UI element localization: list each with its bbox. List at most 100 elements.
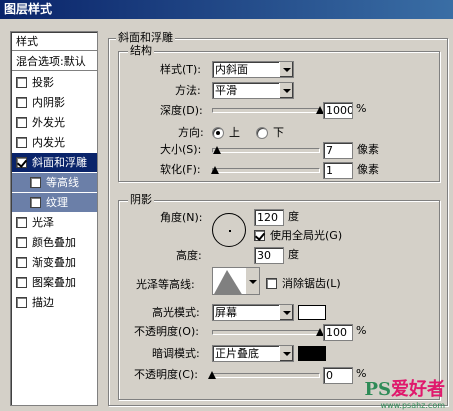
technique-value: 平滑 xyxy=(215,84,237,97)
global-light-label: 使用全局光(G) xyxy=(270,229,343,242)
global-light-checkbox[interactable] xyxy=(254,230,265,241)
sidebar-item-label: 光泽 xyxy=(32,216,54,229)
sidebar-item-gradient-overlay[interactable]: 渐变叠加 xyxy=(12,253,97,272)
sidebar-item-drop-shadow[interactable]: 投影 xyxy=(12,73,97,92)
direction-up-label: 上 xyxy=(229,126,240,139)
soften-input[interactable]: 1 xyxy=(323,162,353,179)
shadow-mode-label: 暗调模式: xyxy=(152,347,200,360)
direction-label: 方向: xyxy=(178,126,204,139)
sidebar-item-label: 颜色叠加 xyxy=(32,236,76,249)
angle-dial[interactable] xyxy=(212,213,246,247)
technique-label: 方法: xyxy=(175,84,201,97)
sidebar-item-label: 内发光 xyxy=(32,136,65,149)
sidebar-item-stroke[interactable]: 描边 xyxy=(12,293,97,312)
bevel-emboss-checkbox[interactable] xyxy=(16,157,27,168)
texture-checkbox[interactable] xyxy=(30,197,41,208)
satin-checkbox[interactable] xyxy=(16,217,27,228)
site-watermark-logo: PS爱好者 xyxy=(364,379,445,400)
sidebar-item-pattern-overlay[interactable]: 图案叠加 xyxy=(12,273,97,292)
gloss-contour-picker[interactable] xyxy=(212,267,260,295)
gradient-overlay-checkbox[interactable] xyxy=(16,257,27,268)
shadow-opacity-thumb[interactable] xyxy=(208,371,216,379)
inner-glow-checkbox[interactable] xyxy=(16,137,27,148)
size-input[interactable]: 7 xyxy=(323,142,353,159)
contour-curve-icon xyxy=(214,270,242,294)
chevron-down-icon xyxy=(279,305,293,320)
shadow-opacity-slider[interactable] xyxy=(208,371,320,381)
angle-unit: 度 xyxy=(288,210,299,223)
blend-options-item[interactable]: 混合选项:默认 xyxy=(12,52,97,71)
inner-shadow-checkbox[interactable] xyxy=(16,97,27,108)
sidebar-item-label: 渐变叠加 xyxy=(32,256,76,269)
altitude-unit: 度 xyxy=(288,248,299,261)
direction-down-radio[interactable] xyxy=(256,127,268,139)
soften-slider[interactable] xyxy=(211,166,320,176)
depth-slider[interactable] xyxy=(212,106,324,116)
highlight-opacity-slider[interactable] xyxy=(212,328,324,338)
highlight-color-swatch[interactable] xyxy=(298,305,326,320)
sidebar-item-satin[interactable]: 光泽 xyxy=(12,213,97,232)
sidebar-item-label: 描边 xyxy=(32,296,54,309)
style-list: 样式 混合选项:默认 投影 内阴影 外发光 内发光 斜面和浮雕 等高线 纹理 光… xyxy=(10,31,98,406)
depth-label: 深度(D): xyxy=(160,104,203,117)
shadow-opacity-label: 不透明度(C): xyxy=(134,368,198,381)
highlight-mode-label: 高光模式: xyxy=(152,306,200,319)
sidebar-item-label: 投影 xyxy=(32,76,54,89)
sidebar-item-label: 内阴影 xyxy=(32,96,65,109)
sidebar-item-label: 图案叠加 xyxy=(32,276,76,289)
site-watermark-url: www.psahz.com xyxy=(380,401,445,410)
antialias-checkbox[interactable] xyxy=(266,278,277,289)
chevron-down-icon xyxy=(245,268,259,294)
style-label: 样式(T): xyxy=(160,63,202,76)
sidebar-item-inner-shadow[interactable]: 内阴影 xyxy=(12,93,97,112)
drop-shadow-checkbox[interactable] xyxy=(16,77,27,88)
soften-unit: 像素 xyxy=(357,163,379,176)
highlight-mode-value: 屏幕 xyxy=(215,306,237,319)
antialias-label: 消除锯齿(L) xyxy=(282,277,341,290)
style-select[interactable]: 内斜面 xyxy=(212,61,294,78)
chevron-down-icon xyxy=(279,83,293,98)
window-title: 图层样式 xyxy=(0,0,453,19)
structure-title: 结构 xyxy=(128,44,154,57)
highlight-mode-select[interactable]: 屏幕 xyxy=(212,304,294,321)
sidebar-item-texture[interactable]: 纹理 xyxy=(12,193,97,212)
bevel-emboss-title: 斜面和浮雕 xyxy=(116,31,175,44)
outer-glow-checkbox[interactable] xyxy=(16,117,27,128)
soften-slider-thumb[interactable] xyxy=(211,166,220,174)
direction-down-label: 下 xyxy=(273,126,284,139)
size-unit: 像素 xyxy=(357,143,379,156)
stroke-checkbox[interactable] xyxy=(16,297,27,308)
shadow-opacity-input[interactable]: 0 xyxy=(323,367,353,384)
sidebar-item-outer-glow[interactable]: 外发光 xyxy=(12,113,97,132)
size-slider-thumb[interactable] xyxy=(213,146,222,154)
angle-label: 角度(N): xyxy=(160,211,203,224)
shading-title: 阴影 xyxy=(128,193,154,206)
chevron-down-icon xyxy=(279,62,293,77)
highlight-opacity-input[interactable]: 100 xyxy=(323,324,353,341)
contour-checkbox[interactable] xyxy=(30,177,41,188)
shadow-mode-select[interactable]: 正片叠底 xyxy=(212,345,294,362)
gloss-contour-label: 光泽等高线: xyxy=(136,278,195,291)
size-label: 大小(S): xyxy=(160,143,202,156)
sidebar-item-bevel-emboss[interactable]: 斜面和浮雕 xyxy=(12,153,97,172)
altitude-label: 高度: xyxy=(176,249,202,262)
soften-label: 软化(F): xyxy=(160,163,201,176)
sidebar-item-inner-glow[interactable]: 内发光 xyxy=(12,133,97,152)
shadow-color-swatch[interactable] xyxy=(298,346,326,361)
angle-input[interactable]: 120 xyxy=(254,209,284,226)
size-slider[interactable] xyxy=(212,146,320,156)
chevron-down-icon xyxy=(279,346,293,361)
sidebar-item-color-overlay[interactable]: 颜色叠加 xyxy=(12,233,97,252)
styles-header[interactable]: 样式 xyxy=(12,32,97,51)
depth-input[interactable]: 1000 xyxy=(323,102,353,119)
shadow-mode-value: 正片叠底 xyxy=(215,347,259,360)
sidebar-item-label: 纹理 xyxy=(46,196,68,209)
direction-up-radio[interactable] xyxy=(212,127,224,139)
highlight-opacity-label: 不透明度(O): xyxy=(134,325,199,338)
altitude-input[interactable]: 30 xyxy=(254,247,284,264)
pattern-overlay-checkbox[interactable] xyxy=(16,277,27,288)
sidebar-item-label: 外发光 xyxy=(32,116,65,129)
sidebar-item-contour[interactable]: 等高线 xyxy=(12,173,97,192)
technique-select[interactable]: 平滑 xyxy=(212,82,294,99)
color-overlay-checkbox[interactable] xyxy=(16,237,27,248)
